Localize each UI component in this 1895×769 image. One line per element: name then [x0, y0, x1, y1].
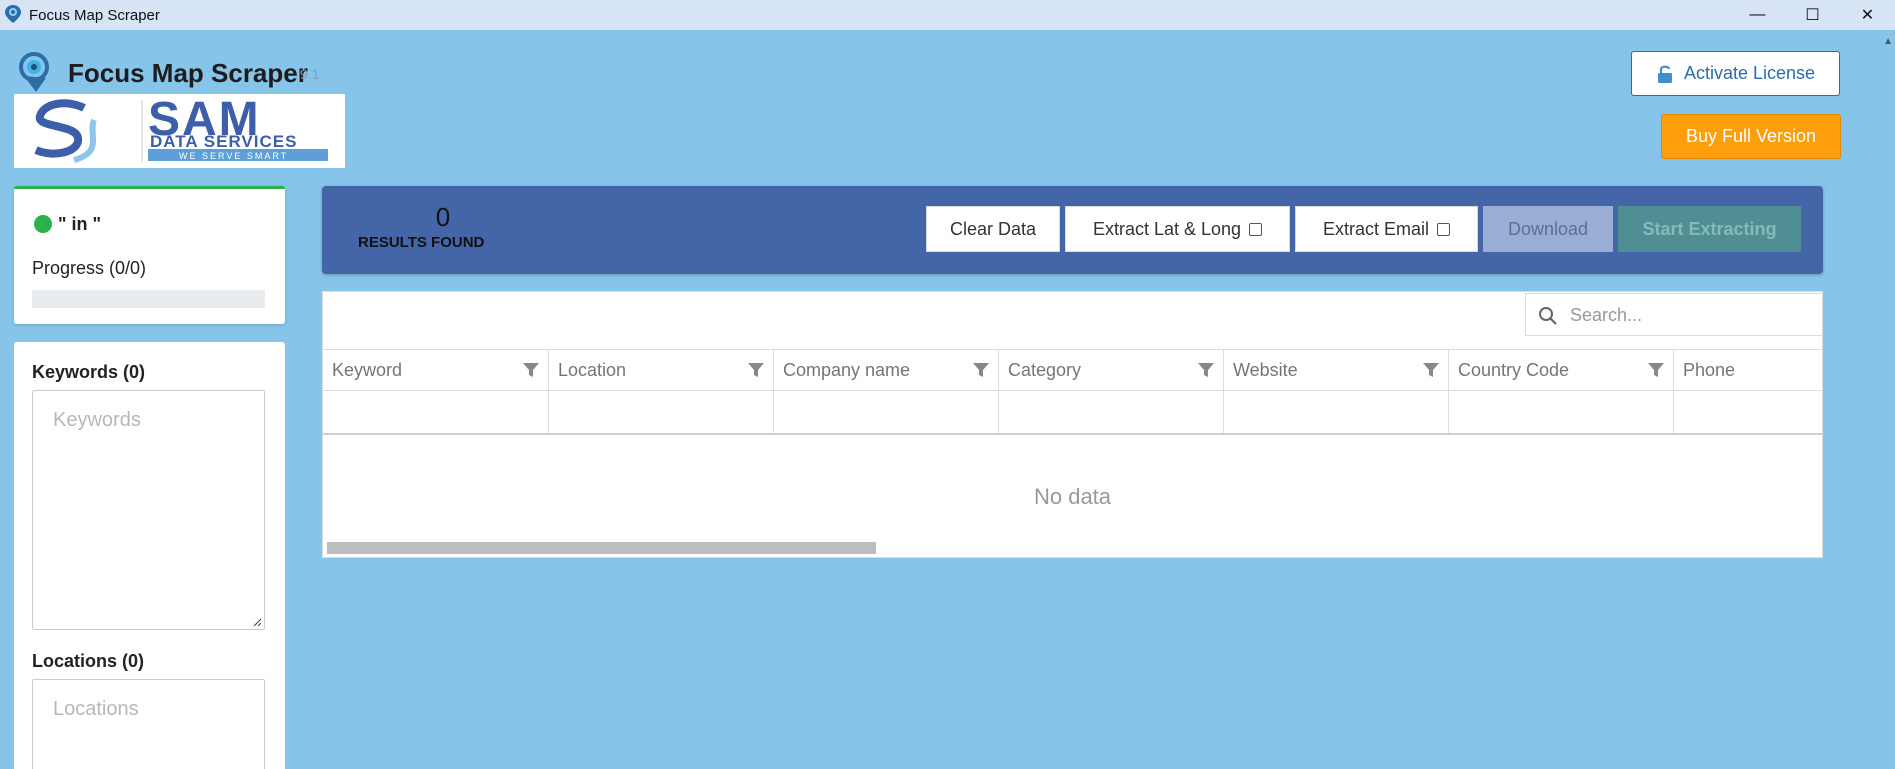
column-header-country-code[interactable]: Country Code — [1449, 350, 1674, 390]
brand-tagline: WE SERVE SMART — [179, 151, 289, 161]
inputs-card: Keywords (0) Keywords Locations (0) Loca… — [14, 342, 285, 769]
keywords-textarea[interactable]: Keywords — [32, 390, 265, 630]
status-text: " in " — [58, 214, 102, 234]
download-label: Download — [1507, 218, 1589, 239]
extract-email-toggle[interactable]: Extract Email — [1295, 206, 1478, 252]
app-logo-icon — [19, 52, 49, 92]
keywords-label: Keywords (0) — [32, 362, 146, 382]
filter-icon[interactable] — [522, 361, 540, 379]
status-indicator-icon — [34, 215, 52, 233]
extract-email-checkbox[interactable] — [1437, 222, 1451, 236]
filter-cell[interactable] — [323, 391, 549, 433]
filter-cell[interactable] — [774, 391, 999, 433]
filter-icon[interactable] — [747, 361, 765, 379]
extract-lat-long-checkbox[interactable] — [1249, 222, 1263, 236]
activate-license-label: Activate License — [1683, 63, 1816, 83]
window-titlebar: Focus Map Scraper — ☐ ✕ — [0, 0, 1895, 30]
filter-icon[interactable] — [1647, 361, 1665, 379]
results-count: 0 — [435, 202, 451, 232]
column-header-label: Location — [558, 359, 627, 380]
app-pin-icon — [5, 5, 21, 23]
grid-filter-row — [323, 391, 1822, 435]
column-header-company-name[interactable]: Company name — [774, 350, 999, 390]
filter-cell[interactable] — [1449, 391, 1674, 433]
results-label: RESULTS FOUND — [358, 234, 485, 251]
filter-cell[interactable] — [1224, 391, 1449, 433]
buy-full-version-button[interactable]: Buy Full Version — [1661, 114, 1841, 159]
close-icon: ✕ — [1860, 7, 1875, 24]
resize-grip-icon[interactable] — [252, 617, 262, 627]
unlock-icon — [1657, 65, 1672, 83]
grid-search-input[interactable] — [1570, 302, 1810, 328]
keywords-placeholder: Keywords — [53, 409, 141, 431]
start-extracting-label: Start Extracting — [1642, 218, 1777, 239]
filter-icon[interactable] — [1197, 361, 1215, 379]
filter-icon[interactable] — [1422, 361, 1440, 379]
column-header-phone[interactable]: Phone — [1674, 350, 1822, 390]
minimize-button[interactable]: — — [1730, 0, 1785, 30]
status-card: " in " Progress (0/0) — [14, 186, 285, 324]
maximize-button[interactable]: ☐ — [1785, 0, 1840, 30]
progress-label: Progress (0/0) — [32, 258, 147, 278]
column-header-label: Company name — [783, 359, 911, 380]
empty-state-text: No data — [1033, 484, 1112, 509]
buy-full-version-label: Buy Full Version — [1685, 126, 1817, 146]
extract-lat-long-label: Extract Lat & Long — [1092, 218, 1242, 239]
close-button[interactable]: ✕ — [1840, 0, 1895, 30]
extract-email-label: Extract Email — [1322, 218, 1430, 239]
filter-icon[interactable] — [972, 361, 990, 379]
filter-cell[interactable] — [549, 391, 774, 433]
column-header-label: Country Code — [1458, 359, 1570, 380]
scroll-up-arrow-icon[interactable]: ▲ — [1883, 36, 1893, 47]
horizontal-scrollbar[interactable] — [327, 542, 876, 554]
grid-search-box[interactable] — [1525, 293, 1823, 336]
window-title: Focus Map Scraper — [29, 7, 160, 24]
column-header-label: Website — [1233, 359, 1298, 380]
clear-data-button[interactable]: Clear Data — [926, 206, 1060, 252]
results-grid: Keyword Location Company name Category W… — [322, 291, 1823, 558]
app-name: Focus Map Scraper — [68, 58, 308, 88]
maximize-icon: ☐ — [1805, 7, 1820, 24]
locations-placeholder: Locations — [53, 698, 139, 720]
column-header-location[interactable]: Location — [549, 350, 774, 390]
minimize-icon: — — [1749, 6, 1766, 23]
progress-bar — [32, 290, 265, 308]
activate-license-button[interactable]: Activate License — [1631, 51, 1840, 96]
start-extracting-button[interactable]: Start Extracting — [1618, 206, 1801, 252]
filter-cell[interactable] — [999, 391, 1224, 433]
clear-data-label: Clear Data — [949, 218, 1037, 239]
extract-lat-long-toggle[interactable]: Extract Lat & Long — [1065, 206, 1290, 252]
search-icon — [1539, 307, 1557, 325]
download-button[interactable]: Download — [1483, 206, 1613, 252]
locations-label: Locations (0) — [32, 651, 145, 671]
results-toolbar: 0 RESULTS FOUND Clear Data Extract Lat &… — [322, 186, 1823, 274]
locations-textarea[interactable]: Locations — [32, 679, 265, 769]
column-header-label: Category — [1008, 359, 1082, 380]
column-header-label: Phone — [1683, 359, 1736, 380]
column-header-keyword[interactable]: Keyword — [323, 350, 549, 390]
filter-cell[interactable] — [1674, 391, 1822, 433]
app-version: 9.1 — [300, 66, 320, 82]
column-header-category[interactable]: Category — [999, 350, 1224, 390]
grid-header-row: Keyword Location Company name Category W… — [323, 349, 1822, 391]
brand-logo: SAM DATA SERVICES WE SERVE SMART — [14, 93, 345, 168]
column-header-label: Keyword — [332, 359, 403, 380]
brand-subtitle: DATA SERVICES — [150, 132, 298, 151]
column-header-website[interactable]: Website — [1224, 350, 1449, 390]
